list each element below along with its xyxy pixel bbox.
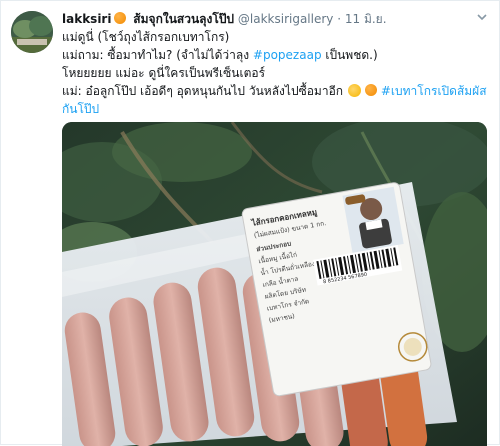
tweet-line-2-pre: แม่ถาม: ซื้อมาทำไม? (จำไม่ได้ว่าลุง bbox=[62, 48, 253, 62]
tweet-line-3: โหยยยยย แม่อะ ดูนี่ใครเป็นพรีเซ็นเตอร์ bbox=[62, 66, 266, 80]
tweet-text: แม่ดูนี่ (โชว์ถุงไส้กรอกเบทาโกร) แม่ถาม:… bbox=[62, 28, 492, 118]
separator-dot: · bbox=[337, 12, 342, 26]
orange-emoji-icon bbox=[114, 12, 127, 24]
tweet-header: lakksiri ส้มจุกในสวนลุงโป๊ป @lakksirigal… bbox=[62, 11, 387, 27]
tweet-card[interactable]: lakksiri ส้มจุกในสวนลุงโป๊ป @lakksirigal… bbox=[0, 0, 500, 446]
chevron-down-icon[interactable] bbox=[475, 11, 489, 25]
tweet-photo[interactable]: ไส้กรอกคอกเทลหมู (ไม่ผสมแป้ง) ขนาด 1 กก.… bbox=[62, 122, 487, 446]
hashtag-betagro-cont[interactable]: กันโป๊ป bbox=[62, 102, 99, 116]
author-name[interactable]: lakksiri bbox=[62, 12, 111, 26]
avatar-image bbox=[11, 11, 53, 53]
tweet-line-5: กันโป๊ป bbox=[62, 100, 492, 118]
tweet-line-2-post: เป็นพชด.) bbox=[321, 48, 378, 62]
hashtag-popezaap[interactable]: #popezaap bbox=[253, 48, 322, 62]
orange-emoji-icon bbox=[364, 84, 377, 96]
kiss-emoji-icon bbox=[347, 84, 361, 97]
tweet-line-2: แม่ถาม: ซื้อมาทำไม? (จำไม่ได้ว่าลุง #pop… bbox=[62, 46, 492, 64]
tweet-date[interactable]: 11 มิ.ย. bbox=[345, 12, 387, 26]
tweet-line-4: แม่: อ๋อลูกโป๊ป เอ้อดีๆ อุดหนุนกันไป วัน… bbox=[62, 82, 492, 100]
hashtag-betagro[interactable]: #เบทาโกรเปิดส้มผัส bbox=[381, 84, 487, 98]
sausage-package-photo: ไส้กรอกคอกเทลหมู (ไม่ผสมแป้ง) ขนาด 1 กก.… bbox=[62, 122, 487, 446]
author-handle[interactable]: @lakksirigallery bbox=[238, 12, 334, 26]
tweet-line-4-pre: แม่: อ๋อลูกโป๊ป เอ้อดีๆ อุดหนุนกันไป วัน… bbox=[62, 84, 347, 98]
author-display-suffix[interactable]: ส้มจุกในสวนลุงโป๊ป bbox=[133, 12, 234, 26]
tweet-line-1: แม่ดูนี่ (โชว์ถุงไส้กรอกเบทาโกร) bbox=[62, 30, 230, 44]
author-avatar[interactable] bbox=[11, 11, 53, 53]
